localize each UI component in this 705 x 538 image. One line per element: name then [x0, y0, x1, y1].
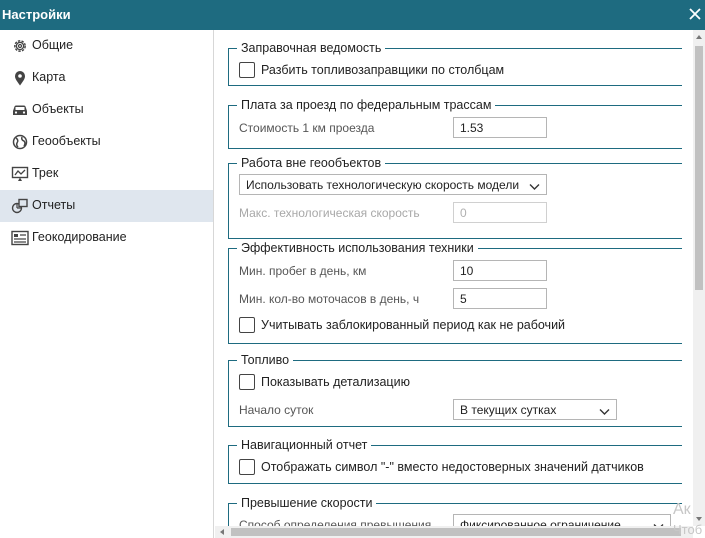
- vertical-scrollbar[interactable]: [693, 30, 705, 526]
- section-outside-geoobjects: Работа вне геообъектов Использовать техн…: [228, 156, 682, 239]
- sidebar-item-label: Трек: [32, 166, 59, 180]
- sidebar-item-label: Карта: [32, 70, 66, 84]
- sidebar-item-reports[interactable]: Отчеты: [0, 190, 213, 222]
- select-value: В текущих сутках: [460, 403, 557, 417]
- sidebar-item-label: Геообъекты: [32, 134, 101, 148]
- min-mileage-input[interactable]: 10: [453, 260, 547, 281]
- sidebar-item-geocoding[interactable]: Геокодирование: [0, 222, 213, 254]
- split-fuelers-label: Разбить топливозаправщики по столбцам: [261, 63, 505, 77]
- watermark-line: Чтоб: [673, 522, 703, 537]
- section-title: Превышение скорости: [237, 496, 377, 510]
- car-icon: [11, 102, 29, 118]
- reports-shapes-icon: [11, 198, 29, 214]
- window-title: Настройки: [2, 7, 71, 22]
- day-start-label: Начало суток: [239, 403, 314, 417]
- section-title: Работа вне геообъектов: [237, 156, 386, 170]
- sidebar-item-label: Объекты: [32, 102, 84, 116]
- gear-icon: [11, 38, 29, 54]
- min-engine-hours-input[interactable]: 5: [453, 288, 547, 309]
- min-mileage-label: Мин. пробег в день, км: [239, 264, 367, 278]
- min-engine-hours-label: Мин. кол-во моточасов в день, ч: [239, 292, 420, 306]
- outside-geo-mode-select[interactable]: Использовать технологическую скорость мо…: [239, 174, 547, 195]
- section-title: Плата за проезд по федеральным трассам: [237, 98, 496, 112]
- section-efficiency: Эффективность использования техники Мин.…: [228, 241, 682, 344]
- select-value: Использовать технологическую скорость мо…: [246, 178, 520, 192]
- max-tech-speed-label: Макс. технологическая скорость: [239, 206, 420, 220]
- reports-settings-panel: Заправочная ведомость Разбить топливозап…: [215, 30, 693, 526]
- globe-icon: [11, 134, 29, 150]
- watermark-line: Ак: [673, 501, 691, 518]
- chevron-down-icon: [529, 180, 540, 190]
- settings-sidebar: Общие Карта Объекты Геообъекты Трек Отче…: [0, 30, 214, 538]
- section-nav-report: Навигационный отчет Отображать символ "-…: [228, 438, 682, 484]
- speeding-method-select[interactable]: Фиксированное ограничение: [453, 514, 671, 526]
- close-icon[interactable]: [687, 4, 703, 24]
- horizontal-scrollbar-thumb[interactable]: [231, 528, 681, 536]
- sidebar-item-track[interactable]: Трек: [0, 158, 213, 190]
- cost-per-km-label: Стоимость 1 км проезда: [239, 121, 375, 135]
- section-toll: Плата за проезд по федеральным трассам С…: [228, 98, 682, 149]
- section-speeding: Превышение скорости Способ определения п…: [228, 496, 682, 526]
- sidebar-item-label: Общие: [32, 38, 74, 52]
- blocked-period-label: Учитывать заблокированный период как не …: [261, 318, 566, 332]
- section-title: Топливо: [237, 353, 294, 367]
- section-title: Навигационный отчет: [237, 438, 372, 452]
- address-card-icon: [11, 230, 29, 246]
- dash-symbol-checkbox[interactable]: [239, 459, 255, 475]
- sidebar-item-objects[interactable]: Объекты: [0, 94, 213, 126]
- show-detail-checkbox[interactable]: [239, 374, 255, 390]
- select-value: Фиксированное ограничение: [460, 518, 621, 526]
- section-fuel-sheet: Заправочная ведомость Разбить топливозап…: [228, 41, 682, 86]
- scroll-up-arrow-icon[interactable]: [693, 30, 705, 44]
- sidebar-item-general[interactable]: Общие: [0, 30, 213, 62]
- speeding-method-label: Способ определения превышения: [239, 518, 432, 526]
- section-title: Эффективность использования техники: [237, 241, 478, 255]
- sidebar-item-label: Отчеты: [32, 198, 76, 212]
- scrollbar-thumb[interactable]: [695, 46, 703, 290]
- horizontal-scrollbar[interactable]: [215, 526, 693, 538]
- title-bar: Настройки: [0, 0, 705, 30]
- scroll-left-arrow-icon[interactable]: [215, 526, 229, 538]
- split-fuelers-checkbox[interactable]: [239, 62, 255, 78]
- cost-per-km-input[interactable]: 1.53: [453, 117, 547, 138]
- day-start-select[interactable]: В текущих сутках: [453, 399, 617, 420]
- chevron-down-icon: [599, 405, 610, 415]
- activation-watermark: Ак Чтоб: [673, 500, 702, 538]
- blocked-period-checkbox[interactable]: [239, 317, 255, 333]
- max-tech-speed-input: 0: [453, 202, 547, 223]
- map-pin-icon: [11, 70, 29, 86]
- sidebar-item-map[interactable]: Карта: [0, 62, 213, 94]
- show-detail-label: Показывать детализацию: [261, 375, 410, 389]
- section-fuel: Топливо Показывать детализацию Начало су…: [228, 353, 682, 427]
- sidebar-item-geoobjects[interactable]: Геообъекты: [0, 126, 213, 158]
- section-title: Заправочная ведомость: [237, 41, 386, 55]
- sidebar-item-label: Геокодирование: [32, 230, 127, 244]
- track-monitor-icon: [11, 166, 29, 182]
- dash-symbol-label: Отображать символ "-" вместо недостоверн…: [261, 460, 644, 474]
